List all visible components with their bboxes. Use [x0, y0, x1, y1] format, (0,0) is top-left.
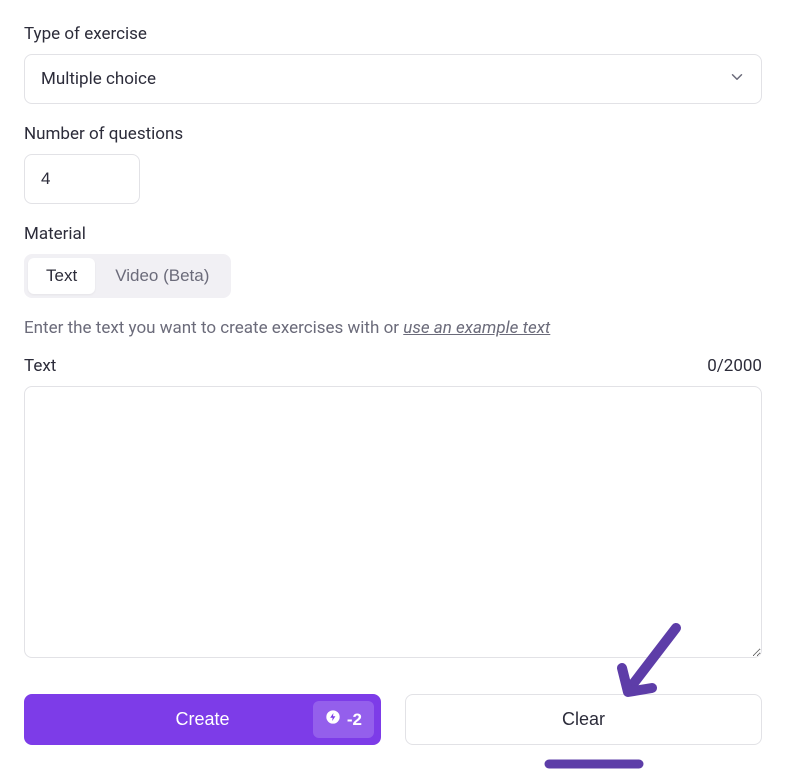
- material-segmented: Text Video (Beta): [24, 254, 231, 298]
- create-cost-badge: -2: [313, 701, 374, 738]
- material-group: Material Text Video (Beta): [24, 224, 762, 298]
- hint-text: Enter the text you want to create exerci…: [24, 318, 762, 338]
- hint-prefix: Enter the text you want to create exerci…: [24, 318, 403, 338]
- exercise-type-value: Multiple choice: [41, 69, 156, 89]
- clear-button[interactable]: Clear: [405, 694, 762, 745]
- annotation-underline-icon: [544, 758, 644, 770]
- num-questions-label: Number of questions: [24, 124, 762, 144]
- exercise-type-label: Type of exercise: [24, 24, 762, 44]
- use-example-link[interactable]: use an example text: [403, 318, 550, 338]
- tab-video[interactable]: Video (Beta): [97, 258, 227, 294]
- text-label: Text: [24, 356, 56, 376]
- text-header: Text 0/2000: [24, 356, 762, 376]
- material-label: Material: [24, 224, 762, 244]
- exercise-type-select-wrapper: Multiple choice: [24, 54, 762, 104]
- exercise-type-group: Type of exercise Multiple choice: [24, 24, 762, 104]
- tab-text[interactable]: Text: [28, 258, 95, 294]
- create-button[interactable]: Create -2: [24, 694, 381, 745]
- exercise-type-select[interactable]: Multiple choice: [24, 54, 762, 104]
- bolt-icon: [325, 709, 341, 730]
- char-count: 0/2000: [707, 356, 762, 376]
- form-container: Type of exercise Multiple choice Number …: [24, 24, 762, 745]
- num-questions-group: Number of questions: [24, 124, 762, 204]
- num-questions-input[interactable]: [24, 154, 140, 204]
- button-row: Create -2 Clear: [24, 694, 762, 745]
- clear-button-label: Clear: [562, 709, 605, 730]
- text-input[interactable]: [24, 386, 762, 658]
- create-cost-value: -2: [347, 710, 362, 730]
